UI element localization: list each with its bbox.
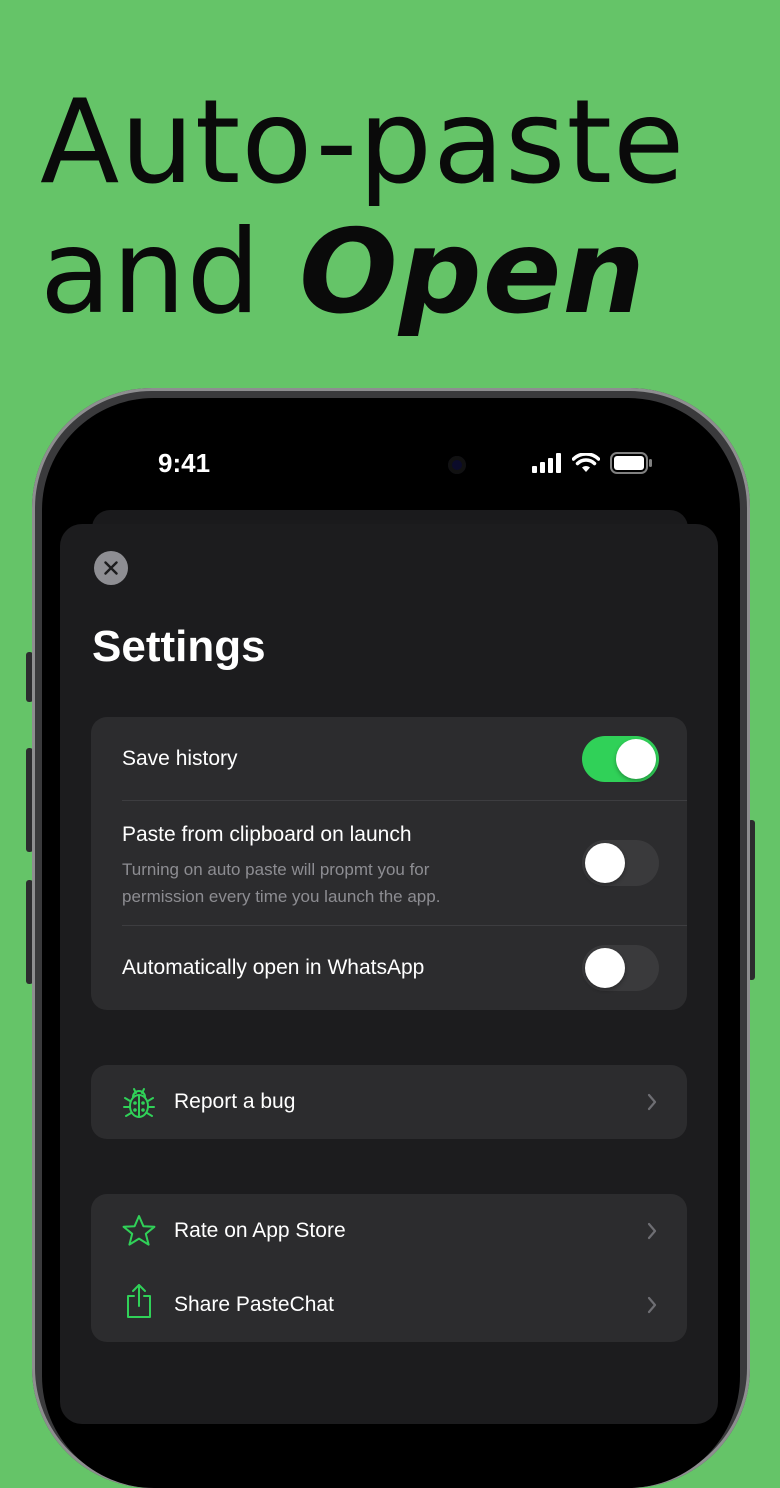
toggle-knob <box>616 739 656 779</box>
open-whatsapp-row: Automatically open in WhatsApp <box>91 926 687 1010</box>
headline-line-2-plain: and <box>40 205 300 340</box>
report-bug-row[interactable]: Report a bug <box>91 1065 687 1139</box>
status-icons <box>532 452 652 474</box>
signal-icon <box>532 453 561 473</box>
save-history-toggle[interactable] <box>582 736 659 782</box>
toggle-knob <box>585 843 625 883</box>
wifi-icon <box>572 453 600 472</box>
close-button[interactable] <box>94 551 128 585</box>
chevron-right-icon <box>647 1296 657 1314</box>
battery-icon <box>610 452 652 474</box>
share-app-label: Share PasteChat <box>174 1293 334 1316</box>
save-history-label: Save history <box>122 747 238 770</box>
links-group: Rate on App Store Share PasteChat <box>91 1194 687 1342</box>
paste-on-launch-row: Paste from clipboard on launch Turning o… <box>91 801 687 925</box>
status-time: 9:41 <box>158 448 211 478</box>
bug-icon <box>123 1088 155 1118</box>
close-icon <box>104 561 118 575</box>
paste-on-launch-description-line-2: permission every time you launch the app… <box>122 887 441 906</box>
paste-on-launch-description-line-1: Turning on auto paste will propmt you fo… <box>122 860 430 879</box>
report-bug-label: Report a bug <box>174 1090 296 1113</box>
share-icon <box>127 1284 151 1318</box>
paste-on-launch-toggle[interactable] <box>582 840 659 886</box>
rate-app-row[interactable]: Rate on App Store <box>91 1194 687 1268</box>
share-app-row[interactable]: Share PasteChat <box>91 1268 687 1342</box>
camera-icon <box>448 456 466 474</box>
rate-app-label: Rate on App Store <box>174 1219 346 1242</box>
paste-on-launch-label: Paste from clipboard on launch <box>122 823 412 846</box>
toggle-group: Save history Paste from clipboard on lau… <box>91 717 687 1010</box>
star-icon <box>122 1215 156 1246</box>
open-whatsapp-toggle[interactable] <box>582 945 659 991</box>
chevron-right-icon <box>647 1222 657 1240</box>
open-whatsapp-label: Automatically open in WhatsApp <box>122 956 425 979</box>
headline-emphasis: Open <box>299 205 647 340</box>
report-bug-group: Report a bug <box>91 1065 687 1139</box>
chevron-right-icon <box>647 1093 657 1111</box>
headline-line-2: and Open <box>40 208 685 338</box>
headline: Auto-paste and Open <box>40 78 685 338</box>
save-history-row: Save history <box>91 717 687 801</box>
headline-line-1: Auto-paste <box>40 75 686 210</box>
settings-title: Settings <box>92 622 266 671</box>
toggle-knob <box>585 948 625 988</box>
